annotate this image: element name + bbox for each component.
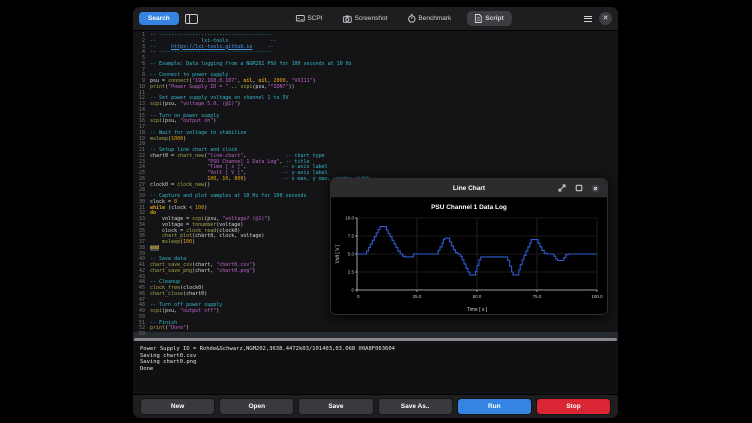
tab-script[interactable]: Script (467, 11, 511, 26)
code-line[interactable]: 53 (133, 332, 618, 338)
x-tick-label: 50.0 (473, 294, 482, 299)
code-text: scpi(psu, "output off") (148, 309, 219, 315)
console-line: Done (140, 366, 611, 373)
chart-window-controls (556, 183, 601, 194)
save-as-button[interactable]: Save As.. (378, 398, 453, 415)
code-text: clock0 = clock_new() (148, 183, 210, 189)
chart-area: PSU Channel 1 Data Log 02.55.07.510.0025… (331, 198, 607, 315)
x-tick-label: 100.0 (591, 294, 603, 299)
window-close-icon[interactable]: ✕ (599, 12, 612, 25)
y-axis-label: Volt [ V ] (335, 244, 341, 263)
code-text: scpi(psu, "voltage 5.0, (@1)") (148, 102, 240, 108)
line-chart-plot: 0 2.5 5.0 7.5 10.0 0 25.0 50.0 75.0 100.0 Time [ s… (331, 198, 608, 315)
save-button[interactable]: Save (298, 398, 373, 415)
close-icon[interactable] (590, 183, 601, 194)
maximize-icon[interactable] (573, 183, 584, 194)
y-tick-label: 5.0 (348, 252, 355, 257)
code-text: chart_save_png(chart, "chart0.png") (148, 269, 255, 275)
sidebar-toggle-icon[interactable] (185, 14, 198, 24)
scpi-icon (295, 15, 304, 23)
stop-button[interactable]: Stop (536, 398, 611, 415)
app-window: Search SCPI Screenshot Benchmark Script ✕ 1… (133, 7, 618, 418)
tab-scpi[interactable]: SCPI (291, 12, 326, 26)
header-bar: Search SCPI Screenshot Benchmark Script ✕ (133, 7, 618, 31)
console-output: Power Supply ID = Rohde&Schwarz,NGM202,3… (133, 341, 618, 394)
run-button[interactable]: Run (457, 398, 532, 415)
search-button[interactable]: Search (139, 12, 179, 25)
stopwatch-icon (407, 14, 415, 23)
code-text: print("Done") (148, 326, 189, 332)
script-icon (475, 14, 482, 23)
menu-icon[interactable] (584, 16, 592, 22)
y-tick-label: 2.5 (348, 270, 355, 275)
code-text: scpi(psu, "output on") (148, 119, 216, 125)
action-bar: NewOpenSave Save As..RunStop (133, 394, 618, 418)
x-tick-label: 0 (357, 294, 360, 299)
code-text: while (clock < 100) (148, 206, 207, 212)
code-text: -- -------------------------------------… (148, 50, 273, 56)
tab-label: Script (485, 15, 503, 22)
tab-label: SCPI (307, 15, 322, 22)
camera-icon (342, 15, 351, 23)
code-text: -- Example: Data logging from a NGM202 P… (148, 62, 352, 68)
new-button[interactable]: New (140, 398, 215, 415)
tab-label: Benchmark (418, 15, 451, 22)
x-tick-label: 75.0 (533, 294, 542, 299)
header-right-controls: ✕ (584, 12, 612, 25)
chart-window-titlebar[interactable]: Line Chart (331, 179, 607, 198)
tab-label: Screenshot (354, 15, 387, 22)
code-text: print("Power Supply ID = " .. scpi(psu,"… (148, 85, 295, 91)
code-text: chart_close(chart0) (148, 292, 207, 298)
code-text: msleep(1000) (148, 137, 186, 143)
line-chart-window: Line Chart PSU Channel 1 Data Log 02.55.… (330, 178, 608, 315)
tab-bar: SCPI Screenshot Benchmark Script (291, 11, 511, 26)
y-tick-label: 0 (351, 288, 354, 293)
y-tick-label: 7.5 (348, 234, 355, 239)
x-tick-label: 25.0 (413, 294, 422, 299)
open-button[interactable]: Open (219, 398, 294, 415)
code-text (148, 332, 150, 338)
tab-benchmark[interactable]: Benchmark (403, 11, 455, 26)
tab-screenshot[interactable]: Screenshot (338, 12, 391, 26)
x-axis-label: Time [ s ] (467, 307, 488, 313)
expand-icon[interactable] (556, 183, 567, 194)
y-tick-label: 10.0 (345, 216, 354, 221)
line-number: 53 (133, 332, 148, 338)
